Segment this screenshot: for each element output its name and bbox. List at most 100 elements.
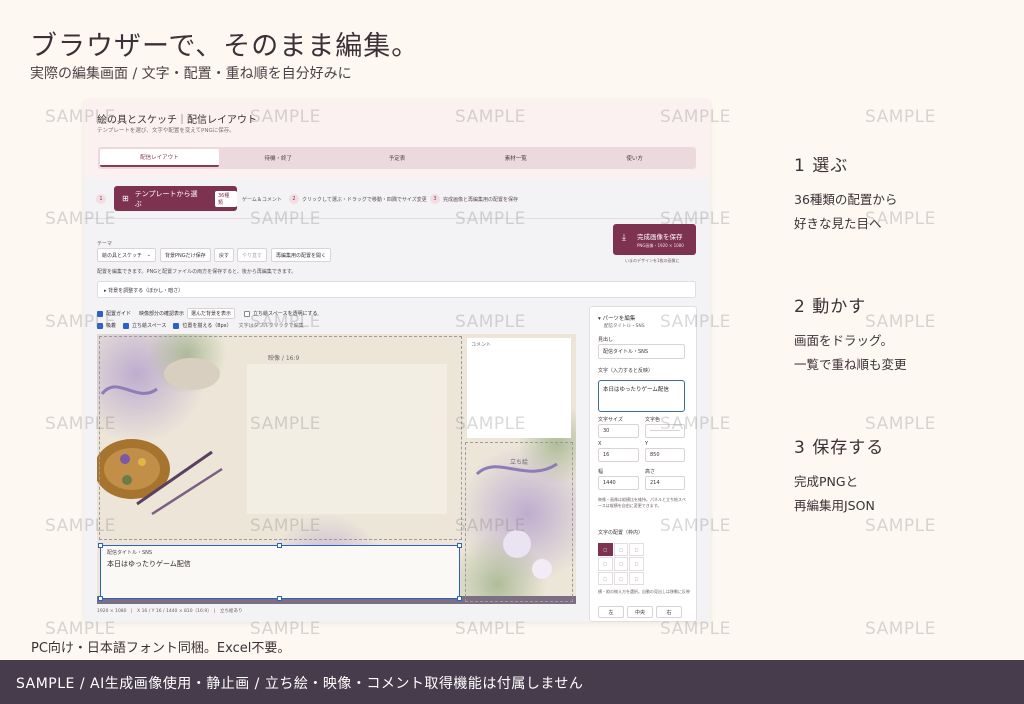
stand-label: 立ち絵 (510, 459, 529, 466)
watermark: SAMPLE (45, 619, 116, 639)
title-region-heading: 配信タイトル・SNS (107, 550, 153, 556)
redo-button[interactable]: やり直す (237, 248, 268, 262)
bottom-bar: SAMPLE / AI生成画像使用・静止画 / 立ち絵・映像・コメント取得機能は… (0, 660, 1024, 704)
theme-label: テーマ (97, 241, 113, 247)
divider (84, 218, 710, 219)
align-right-button[interactable]: 右 (656, 606, 682, 618)
stand-space-checkbox[interactable] (123, 322, 130, 329)
title-region-text: 本日はゆったりゲーム配信 (107, 560, 191, 568)
watermark: SAMPLE (660, 312, 731, 332)
parts-edit-panel: ▾ パーツを編集 配信タイトル・SNS 見出し 配信タイトル・SNS 文字（入力… (589, 306, 697, 622)
watermark: SAMPLE (455, 107, 526, 127)
resize-handle[interactable] (277, 596, 282, 601)
watermark: SAMPLE (45, 312, 116, 332)
watermark: SAMPLE (455, 312, 526, 332)
footer-note: PC向け・日本語フォント同梱。Excel不要。 (31, 641, 291, 656)
step-2-text: クリックして選ぶ・ドラッグで移動・四隅でサイズ変更 (302, 197, 427, 203)
theme-select[interactable]: 絵の具とスケッチ ⌄ (97, 248, 156, 262)
align-cell[interactable]: □ (629, 557, 644, 571)
align-cell[interactable]: □ (613, 571, 629, 585)
section-3-line: 再編集用JSON (794, 498, 875, 513)
watermark: SAMPLE (455, 516, 526, 536)
step-1-after: ゲーム＆コメント (242, 197, 282, 203)
app-title: 絵の具とスケッチ｜配信レイアウト (97, 115, 257, 126)
watermark: SAMPLE (250, 619, 321, 639)
watermark: SAMPLE (455, 619, 526, 639)
undo-button[interactable]: 戻す (214, 248, 235, 262)
template-select-button[interactable]: ⊞ テンプレートから選ぶ 36種類 (114, 186, 237, 211)
tab-schedule[interactable]: 予定表 (338, 149, 457, 167)
app-description: テンプレートを選び、文字や配置を変えてPNGに保存。 (97, 128, 235, 134)
section-2-desc: 画面をドラッグ。 一覧で重ね順も変更 (794, 329, 907, 377)
watermark: SAMPLE (250, 107, 321, 127)
panel-subtitle: 配信タイトル・SNS (604, 324, 645, 329)
bg-adjust-toggle[interactable]: ▸ 背景を調整する（ぼかし・暗さ） (97, 281, 696, 298)
panel-header[interactable]: ▾ パーツを編集 (598, 314, 635, 322)
save-bg-png-button[interactable]: 背景PNGだけ保存 (160, 248, 211, 262)
title-region-selected[interactable]: 配信タイトル・SNS 本日はゆったりゲーム配信 (98, 543, 462, 601)
watermark: SAMPLE (45, 516, 116, 536)
video-region[interactable]: 映像 / 16:9 (99, 336, 462, 540)
save-button-sub: PNG画像・1920 × 1080 (637, 243, 684, 248)
x-input[interactable]: 16 (598, 448, 639, 462)
open-layout-button[interactable]: 再編集用の配置を開く (271, 248, 332, 262)
resize-handle[interactable] (457, 596, 462, 601)
watermark: SAMPLE (660, 414, 731, 434)
font-size-label: 文字サイズ (598, 417, 623, 423)
align-cell[interactable]: □ (629, 571, 644, 585)
align-cell[interactable]: □ (598, 543, 613, 557)
align-cell[interactable]: □ (598, 571, 613, 585)
tab-standby[interactable]: 待機・終了 (219, 149, 338, 167)
resize-handle[interactable] (457, 543, 462, 548)
resize-handle[interactable] (98, 543, 103, 548)
watermark: SAMPLE (865, 107, 936, 127)
canvas-status: 1920 × 1080 | X 16 / Y 16 / 1440 × 810（1… (97, 609, 243, 614)
align-cell[interactable]: □ (613, 557, 629, 571)
align-label: 文字の配置（枠内） (598, 530, 644, 536)
watermark: SAMPLE (865, 619, 936, 639)
video-label: 映像 / 16:9 (268, 355, 300, 362)
align-left-button[interactable]: 左 (598, 606, 624, 618)
font-size-input[interactable]: 30 (598, 424, 639, 438)
watermark: SAMPLE (45, 414, 116, 434)
tab-bar: 配信レイアウト 待機・終了 予定表 素材一覧 使い方 (98, 147, 696, 169)
watermark: SAMPLE (660, 107, 731, 127)
tab-assets[interactable]: 素材一覧 (456, 149, 575, 167)
align-grid-checkbox[interactable] (173, 322, 180, 329)
tab-howto[interactable]: 使い方 (575, 149, 694, 167)
height-input[interactable]: 214 (645, 476, 685, 490)
save-note: いまのデザインを1枚の画像に (625, 258, 680, 263)
align-cell[interactable]: □ (613, 543, 629, 557)
watermark: SAMPLE (455, 414, 526, 434)
watermark: SAMPLE (455, 209, 526, 229)
editor-screenshot: 絵の具とスケッチ｜配信レイアウト テンプレートを選び、文字や配置を変えてPNGに… (84, 100, 710, 622)
resize-handle[interactable] (277, 543, 282, 548)
watermark: SAMPLE (45, 209, 116, 229)
tab-layout[interactable]: 配信レイアウト (100, 149, 219, 167)
watermark: SAMPLE (250, 209, 321, 229)
download-icon: ⤓ (622, 233, 626, 243)
watermark: SAMPLE (660, 209, 731, 229)
align-cell[interactable]: □ (629, 543, 644, 557)
watermark: SAMPLE (250, 516, 321, 536)
text-input[interactable]: 本日はゆったりゲーム配信 (598, 380, 685, 412)
edit-hint: 配置を編集できます。PNGと配置ファイルの両方を保存すると、後から再編集できます… (97, 269, 297, 275)
layout-icon: ⊞ (122, 194, 129, 203)
align-note: 横・縦の揃え方を選択。自動の見出しは移動に反映 (598, 589, 690, 594)
layout-canvas[interactable]: 映像 / 16:9 コメント 立ち絵 配信タイトル・SNS 本日はゆったりゲーム… (97, 334, 576, 604)
width-input[interactable]: 1440 (598, 476, 639, 490)
watermark: SAMPLE (250, 414, 321, 434)
app-header: 絵の具とスケッチ｜配信レイアウト テンプレートを選び、文字や配置を変えてPNGに… (84, 100, 710, 178)
aspect-note: 映像・画像は縦横比を維持。パネルと立ち絵スペースは縦横を自由に変更できます。 (598, 497, 686, 508)
section-2-line: 画面をドラッグ。 (794, 333, 894, 348)
align-cell[interactable]: □ (598, 557, 613, 571)
align-center-button[interactable]: 中央 (627, 606, 653, 618)
section-2-line: 一覧で重ね順も変更 (794, 357, 907, 372)
resize-handle[interactable] (98, 596, 103, 601)
section-3-desc: 完成PNGと 再編集用JSON (794, 470, 875, 518)
video-preview-select[interactable]: 選んだ背景を表示 (187, 308, 236, 319)
y-input[interactable]: 850 (645, 448, 685, 462)
section-3-line: 完成PNGと (794, 474, 859, 489)
heading-label: 見出し (598, 337, 614, 343)
heading-input[interactable]: 配信タイトル・SNS (598, 344, 685, 359)
